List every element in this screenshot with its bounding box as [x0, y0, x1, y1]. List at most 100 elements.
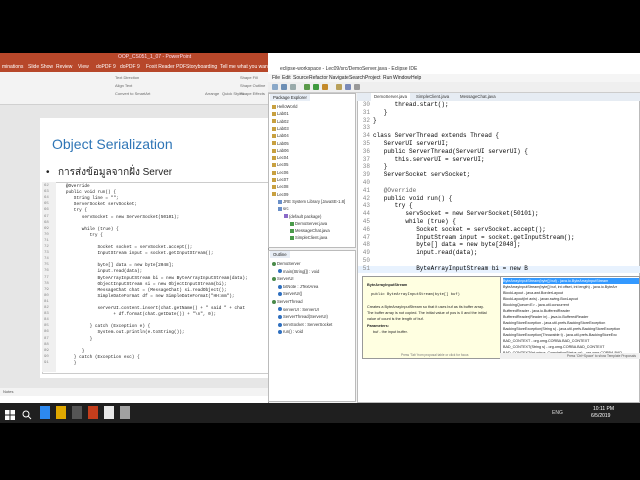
menu-navigate[interactable]: Navigate	[329, 74, 349, 82]
outline-item-label: txtNote : JTextArea	[283, 283, 319, 289]
shape-fill-button[interactable]: Shape Fill	[240, 75, 258, 80]
ribbon-tab[interactable]: View	[78, 62, 89, 72]
outline-item[interactable]: txtNote : JTextArea	[278, 284, 318, 289]
package-item[interactable]: Lab04	[272, 133, 289, 138]
outline-item[interactable]: ServerThread	[272, 299, 303, 304]
search-icon[interactable]	[354, 84, 360, 90]
menu-project[interactable]: Project	[365, 74, 381, 82]
menu-edit[interactable]: Edit	[282, 74, 291, 82]
package-item-label: Lec05	[277, 162, 289, 168]
package-item[interactable]: JRE System Library [JavaSE-1.8]	[278, 199, 345, 204]
ribbon-tab[interactable]: doPDF 9	[96, 62, 116, 72]
taskbar-app-icon[interactable]	[120, 406, 130, 419]
outline-item[interactable]: serverUI : ServerUI	[278, 307, 319, 312]
slide-code-line: }	[58, 336, 93, 342]
tab-outline[interactable]: Outline	[270, 251, 290, 258]
new-icon[interactable]	[272, 84, 278, 90]
package-item[interactable]: Lec07	[272, 177, 288, 182]
debug-icon[interactable]	[304, 84, 310, 90]
slide-code-line: }	[58, 348, 85, 354]
search-icon[interactable]	[22, 407, 32, 420]
ribbon-tab[interactable]: Storyboarding	[186, 62, 217, 72]
taskbar-app-icon[interactable]	[88, 406, 98, 419]
taskbar-app-icon[interactable]	[104, 406, 114, 419]
new-java-class-icon[interactable]	[336, 84, 342, 90]
ribbon-tab[interactable]: doPDF 9	[120, 62, 140, 72]
ribbon-tab[interactable]: Foxit Reader PDF	[146, 62, 186, 72]
taskbar-app-icon[interactable]	[56, 406, 66, 419]
slide-code-line: byte[] data = new byte[2048];	[58, 263, 174, 269]
outline-item[interactable]: DemoServer	[272, 261, 301, 266]
tab-simpleclient[interactable]: SimpleClient.java	[413, 93, 452, 101]
outline-item[interactable]: ServerThread(ServerUI)	[278, 314, 328, 319]
menu-run[interactable]: Run	[383, 74, 392, 82]
package-item[interactable]: HelloWorld	[272, 104, 297, 109]
package-item[interactable]: SimpleClient.java	[290, 235, 327, 240]
javadoc-line: value of count is the length of buf.	[367, 317, 424, 321]
menu-source[interactable]: Source	[293, 74, 309, 82]
slide-bullet-text[interactable]: การส่งข้อมูลจากฝั่ง Server	[58, 165, 172, 180]
package-item-label: src	[283, 206, 289, 212]
package-item[interactable]: Lec06	[272, 170, 288, 175]
taskbar-app-icon[interactable]	[72, 406, 82, 419]
outline-item-label: main(String[]) : void	[283, 268, 320, 274]
ribbon-tab[interactable]: minations	[2, 62, 23, 72]
completion-popup[interactable]: ByteArrayInputStream(byte[] buf) - java.…	[500, 276, 640, 359]
clock-date[interactable]: 6/5/2019	[591, 413, 610, 419]
package-item[interactable]: Lab01	[272, 111, 289, 116]
package-item[interactable]: Lab05	[272, 141, 289, 146]
package-item[interactable]: Lec05	[272, 162, 288, 167]
outline-item[interactable]: run() : void	[278, 329, 303, 334]
taskbar-app-icon[interactable]	[40, 406, 50, 419]
package-item[interactable]: DemoServer.java	[290, 221, 327, 226]
menu-help[interactable]: Help	[411, 74, 421, 82]
line-number: 41	[362, 186, 370, 194]
outline-item[interactable]: ServerUI	[272, 276, 294, 281]
arrange-button[interactable]: Arrange	[205, 91, 219, 96]
package-item[interactable]: (default package)	[284, 214, 321, 219]
menu-search[interactable]: Search	[349, 74, 365, 82]
package-item[interactable]: src	[278, 206, 289, 211]
print-icon[interactable]	[290, 84, 296, 90]
run-icon[interactable]	[313, 84, 319, 90]
line-number: 43	[362, 202, 370, 210]
code-line: public ServerThread(ServerUI serverUI) {	[373, 147, 528, 155]
slide-line-number: 68	[44, 220, 49, 225]
align-text-button[interactable]: Align Text	[115, 83, 132, 88]
menu-window[interactable]: Window	[393, 74, 411, 82]
menu-refactor[interactable]: Refactor	[309, 74, 328, 82]
package-item[interactable]: MessageChat.java	[290, 228, 330, 233]
tab-demoserver[interactable]: DemoServer.java	[371, 93, 410, 101]
outline-item[interactable]: ServerUI()	[278, 291, 302, 296]
tab-package-explorer[interactable]: Package Explorer	[270, 94, 310, 101]
shape-outline-button[interactable]: Shape Outline	[240, 83, 265, 88]
project-icon	[272, 177, 276, 182]
package-item[interactable]: Lec04	[272, 155, 288, 160]
save-icon[interactable]	[281, 84, 287, 90]
outline-item[interactable]: main(String[]) : void	[278, 269, 319, 274]
package-item[interactable]: Lec08	[272, 184, 288, 189]
outline-item-label: DemoServer	[277, 261, 301, 266]
tab-messagechat[interactable]: MessageChat.java	[457, 93, 499, 101]
clock-time[interactable]: 10:11 PM	[593, 406, 614, 412]
tray-language[interactable]: ENG	[552, 410, 563, 416]
shape-effects-button[interactable]: Shape Effects	[240, 91, 265, 96]
slide-title[interactable]: Object Serialization	[52, 136, 173, 152]
package-item[interactable]: Lec09	[272, 192, 288, 197]
ribbon-tab[interactable]: Review	[56, 62, 72, 72]
line-number: 42	[362, 194, 370, 202]
package-item[interactable]: Lab02	[272, 119, 289, 124]
ribbon-tab[interactable]: Slide Show	[28, 62, 53, 72]
convert-smartart-button[interactable]: Convert to SmartArt	[115, 91, 150, 96]
package-item[interactable]: Lab06	[272, 148, 289, 153]
menu-file[interactable]: File	[272, 74, 280, 82]
slide-line-number: 74	[44, 257, 49, 262]
outline-item-label: ServerUI	[277, 276, 294, 282]
windows-start-icon[interactable]	[5, 407, 15, 420]
outline-item[interactable]: servSocket : ServerSocket	[278, 322, 332, 327]
external-tools-icon[interactable]	[322, 84, 328, 90]
text-direction-button[interactable]: Text Direction	[115, 75, 139, 80]
open-type-icon[interactable]	[345, 84, 351, 90]
package-item[interactable]: Lab03	[272, 126, 289, 131]
javadoc-hover[interactable]: ByteArrayInputStream public ByteArrayInp…	[362, 276, 502, 359]
